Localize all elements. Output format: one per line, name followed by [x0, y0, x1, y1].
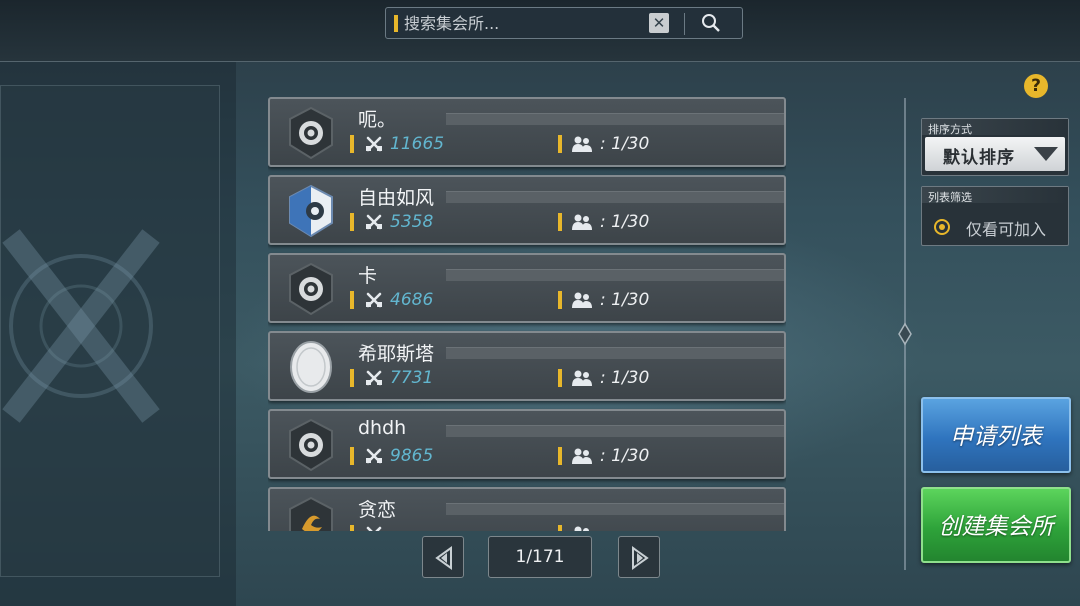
guild-detail-panel: [0, 85, 220, 577]
members-icon: [572, 292, 592, 308]
guild-card[interactable]: 贪恋: [268, 487, 786, 531]
lion-emblem-icon: [284, 261, 338, 317]
filter-panel: 列表筛选 仅看可加入: [921, 186, 1069, 246]
guild-card[interactable]: 呃。 11665 : 1/30: [268, 97, 786, 167]
search-icon: [702, 14, 720, 32]
sort-panel: 排序方式 默认排序: [921, 118, 1069, 176]
members-accent: [558, 135, 562, 153]
members-accent: [558, 525, 562, 531]
sort-value: 默认排序: [943, 148, 1015, 168]
members-accent: [558, 291, 562, 309]
white-oval-emblem-icon: [284, 339, 338, 395]
members-icon: [572, 370, 592, 386]
chevron-left-icon: [435, 546, 452, 570]
sort-dropdown[interactable]: 默认排序: [925, 137, 1065, 171]
lion-emblem-icon: [284, 105, 338, 161]
guild-members: : 1/30: [600, 212, 650, 232]
name-strip: [446, 425, 784, 437]
name-strip: [446, 347, 784, 359]
prev-page-button[interactable]: [422, 536, 464, 578]
chevron-down-icon: [1034, 147, 1058, 161]
guild-members: : 1/30: [600, 134, 650, 154]
power-accent: [350, 291, 354, 309]
guild-name: 希耶斯塔: [358, 343, 435, 365]
members-icon: [572, 214, 592, 230]
guild-card[interactable]: 自由如风 5358 : 1/30: [268, 175, 786, 245]
crossed-swords-icon: [366, 526, 382, 531]
crossed-swords-icon: [366, 448, 382, 464]
blue-beast-emblem-icon: [284, 183, 338, 239]
create-guild-button[interactable]: 创建集会所: [921, 487, 1071, 563]
guild-name: 卡: [358, 265, 378, 287]
dragon-emblem-icon: [284, 495, 338, 531]
guild-name: dhdh: [358, 417, 407, 439]
members-icon: [572, 136, 592, 152]
guild-card[interactable]: dhdh 9865 : 1/30: [268, 409, 786, 479]
power-accent: [350, 135, 354, 153]
clear-search-button[interactable]: ✕: [649, 13, 669, 33]
apply-list-button[interactable]: 申请列表: [921, 397, 1071, 473]
search-accent: [394, 15, 398, 32]
guild-watermark-icon: [2, 229, 160, 423]
guild-power: 9865: [390, 446, 434, 466]
name-strip: [446, 503, 784, 515]
filter-option-label: 仅看可加入: [966, 220, 1047, 239]
guild-power: 5358: [390, 212, 434, 232]
search-divider: [684, 13, 685, 35]
help-button[interactable]: ?: [1024, 74, 1048, 98]
guild-members: : 1/30: [600, 368, 650, 388]
radio-selected-icon[interactable]: [934, 219, 950, 235]
guild-power: 7731: [390, 368, 434, 388]
page-indicator: 1/171: [488, 536, 592, 578]
guild-card[interactable]: 卡 4686 : 1/30: [268, 253, 786, 323]
crossed-swords-icon: [366, 292, 382, 308]
guild-power: 4686: [390, 290, 434, 310]
members-icon: [574, 526, 589, 531]
name-strip: [446, 191, 784, 203]
guild-power: 11665: [390, 134, 445, 154]
guild-list: 呃。 11665 : 1/30 自由如风 5358: 1/30 卡 4686 …: [268, 97, 786, 531]
members-icon: [572, 448, 592, 464]
guild-name: 自由如风: [358, 187, 435, 209]
crossed-swords-icon: [366, 370, 382, 386]
divider-knob-icon: [898, 322, 912, 346]
search-input[interactable]: [404, 11, 639, 35]
search-bar: ✕: [385, 7, 743, 39]
name-strip: [446, 113, 784, 125]
power-accent: [350, 369, 354, 387]
next-page-button[interactable]: [618, 536, 660, 578]
lion-emblem-icon: [284, 417, 338, 473]
members-accent: [558, 447, 562, 465]
filter-title: 列表筛选: [922, 187, 1068, 204]
name-strip: [446, 269, 784, 281]
power-accent: [350, 447, 354, 465]
guild-members: : 1/30: [600, 446, 650, 466]
power-accent: [350, 213, 354, 231]
sort-title: 排序方式: [922, 119, 1068, 136]
crossed-swords-icon: [366, 136, 382, 152]
search-button[interactable]: [700, 12, 722, 34]
guild-name: 呃。: [358, 109, 397, 131]
guild-name: 贪恋: [358, 499, 397, 521]
crossed-swords-icon: [366, 214, 382, 230]
members-accent: [558, 369, 562, 387]
members-accent: [558, 213, 562, 231]
chevron-right-icon: [632, 546, 649, 570]
guild-members: : 1/30: [600, 290, 650, 310]
power-accent: [350, 525, 354, 531]
guild-card[interactable]: 希耶斯塔 7731 : 1/30: [268, 331, 786, 401]
